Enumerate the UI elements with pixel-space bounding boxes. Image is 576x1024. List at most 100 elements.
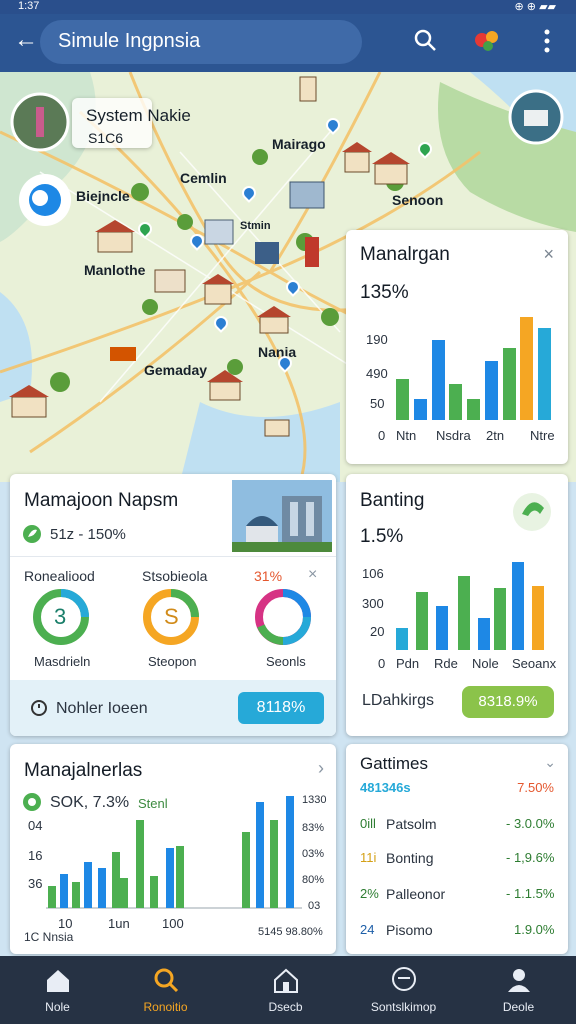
status-icons: ⊕ ⊕ ▰▰ [514,1,556,13]
y-tick: 0 [378,428,386,443]
nav-item-profile[interactable]: Deole [461,956,576,1024]
card-value: 135% [360,282,409,303]
x-tick: Seoanx [512,656,557,671]
map-label: Cemlin [180,170,227,186]
chart-bar [449,384,463,420]
gauge-label: Ronealiood [24,568,95,584]
x-tick: 2tn [486,428,505,443]
map-label: Gemaday [144,362,208,378]
map-label: Biejncle [76,188,130,204]
chevron-down-icon[interactable]: ⌄ [544,754,556,771]
bottom-nav: Nole Ronoitio Dsecb Sontslkimop Deole [0,956,576,1024]
card-title: Manajalnerlas [24,760,143,781]
manajalnerlas-chart [46,796,302,909]
flag-icon[interactable] [472,28,502,56]
row-name: Pisomo [386,922,433,938]
card-stat: 51z - 150% [50,526,126,543]
chart-bar [413,399,427,420]
chart-bar [538,327,552,420]
card-title: Mamajoon Napsm [24,490,179,511]
y-tick-right: 1330 [302,794,327,806]
nav-label: Deole [502,1000,535,1014]
manalrgan-card[interactable]: Manalrgan × 135% 190 490 50 0 Ntn Nsdra … [346,230,568,464]
divider [10,556,336,557]
nav-item-house[interactable]: Dsecb [228,956,343,1024]
refresh-icon[interactable] [512,492,552,532]
app-bar: ← Simule Ingpnsia [0,14,576,72]
x-tick: Nsdra [436,428,471,443]
y-tick: 36 [28,876,43,891]
gauge-caption: Seonls [266,654,306,669]
gauge-value: 3 [54,604,67,629]
search-icon[interactable] [413,28,437,52]
row-value: - 3.0.0% [506,816,555,831]
map-label: S1C6 [88,130,124,146]
y-tick: 50 [370,396,385,411]
row-value: 1.9.0% [514,922,555,937]
y-tick: 0 [378,656,386,671]
majnapsn-card[interactable]: Mamajoon Napsm 51z - 150% Ronealiood Sts… [10,474,336,736]
y-tick-right: 83% [302,822,325,834]
x-tick: Rde [434,656,458,671]
chat-icon [392,967,416,991]
nav-label: Sontslkimop [370,1000,437,1014]
nav-label: Ronoitio [143,1000,188,1014]
y-tick-right: 03% [302,848,325,860]
y-tick: 16 [28,848,43,863]
map-label: Senoon [392,192,444,208]
chevron-right-icon[interactable]: › [318,758,324,779]
status-bar: 1:37 ⊕ ⊕ ▰▰ [0,0,576,14]
x-tick: Ntn [396,428,417,443]
row-id: 0ill [360,816,376,831]
x-tick: Pdn [396,656,420,671]
gauge-label: Stsobieola [142,568,208,584]
nav-item-home[interactable]: Nole [0,956,115,1024]
card-value: 1.5% [360,526,404,547]
chart-bar [502,348,516,420]
gauge-caption: Steopon [148,654,197,669]
back-arrow-icon[interactable]: ← [14,28,38,52]
manalrgan-chart [394,314,554,420]
card-title: Gattimes [360,754,429,773]
x-tick: Nole [472,656,499,671]
close-icon[interactable]: × [308,566,317,584]
banting-card[interactable]: Banting 1.5% 106 300 20 0 Pdn Rde Nole S… [346,474,568,736]
cta-button[interactable]: 8318.9% [462,686,554,718]
map-label: Mairago [272,136,326,152]
row-id: 2% [360,886,379,901]
search-icon [154,968,179,993]
map-label: Stmin [240,220,271,232]
map-label: System Nakie [86,106,191,125]
row-id: 24 [360,922,375,937]
nav-item-chat[interactable]: Sontslkimop [346,956,461,1024]
row-name: Palleonor [386,886,446,902]
close-icon[interactable]: × [543,244,554,265]
cta-label: LDahkirgs [362,692,435,709]
y-tick: 190 [366,332,388,347]
footer-right: 5145 98.80% [258,926,323,938]
manajalnerlas-card[interactable]: Manajalnerlas › SOK, 7.3% Stenl 04 16 36… [10,744,336,954]
more-vert-icon[interactable] [540,28,554,54]
nav-item-search[interactable]: Ronoitio [108,956,223,1024]
y-tick: 04 [28,818,43,833]
gattimes-card[interactable]: Gattimes ⌄ 481346s 7.50% 0ill Patsolm - … [346,744,568,954]
cta-button[interactable]: 8118% [238,692,324,724]
search-bar[interactable]: Simule Ingpnsia [40,20,362,64]
chart-bar [431,340,445,420]
chart-bar [520,316,534,420]
x-tick: 10 [58,916,73,931]
leaf-icon [23,525,41,543]
banting-chart [396,562,544,650]
person-icon [508,969,530,992]
y-tick-right: 03 [308,900,321,912]
house-icon [274,968,298,993]
card-title: Manalrgan [360,244,450,265]
chart-bar [396,378,409,420]
header-right: 7.50% [517,780,554,795]
nav-label: Dsecb [268,1000,303,1014]
chart-bar [484,360,498,420]
y-tick-right: 80% [302,874,325,886]
status-time: 1:37 [18,0,40,12]
chart-bar [467,399,481,420]
x-tick: 1un [108,916,130,931]
